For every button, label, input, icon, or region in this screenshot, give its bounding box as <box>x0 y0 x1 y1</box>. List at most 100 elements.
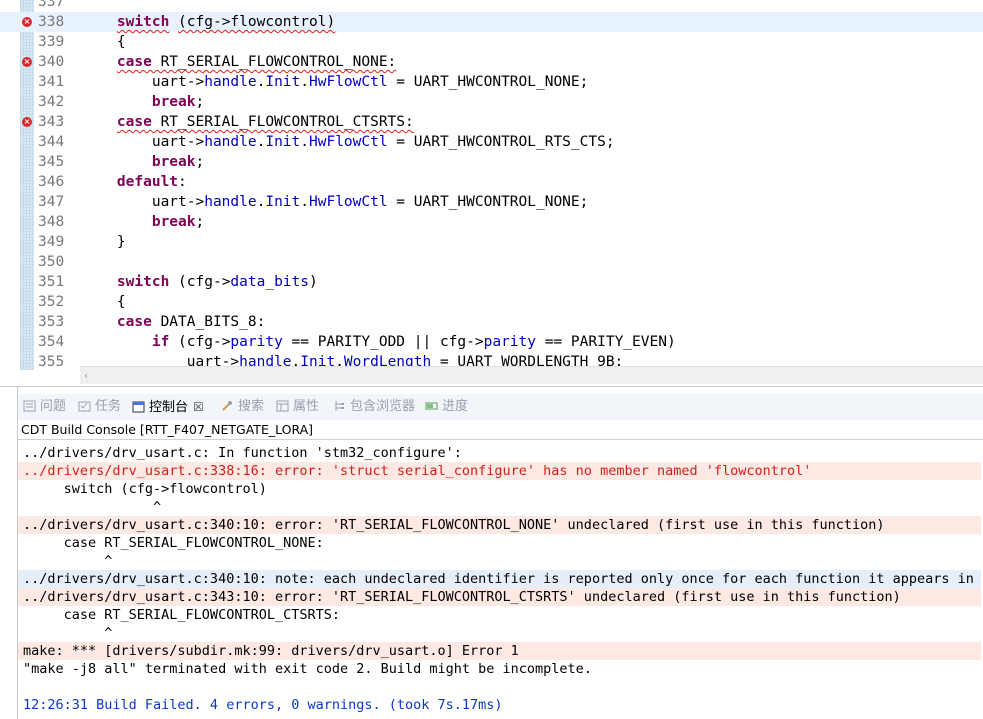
code-text: break; <box>82 212 204 232</box>
code-text: case DATA_BITS_8: <box>82 312 265 332</box>
code-token: = UART_HWCONTROL_RTS_CTS; <box>387 134 615 150</box>
console-line: 12:26:31 Build Failed. 4 errors, 0 warni… <box>23 697 503 713</box>
code-token: = UART_HWCONTROL_NONE; <box>387 194 589 210</box>
code-line[interactable]: 346 default: <box>0 172 983 192</box>
code-line[interactable]: 342 break; <box>0 92 983 112</box>
code-token: } <box>82 234 126 250</box>
console-line: "make -j8 all" terminated with exit code… <box>23 661 592 677</box>
scroll-left-arrow-icon[interactable]: ‹ <box>84 367 88 384</box>
code-line[interactable]: 345 break; <box>0 152 983 172</box>
code-token: uart-> <box>82 194 205 210</box>
line-number: 340 <box>38 54 65 70</box>
view-tab[interactable]: 控制台 ☒ <box>132 394 204 420</box>
code-line[interactable]: × 340 case RT_SERIAL_FLOWCONTROL_NONE: <box>0 52 983 72</box>
code-line[interactable]: × 338 switch (cfg->flowcontrol) <box>0 12 983 32</box>
code-token: handle <box>204 74 257 90</box>
view-tab[interactable]: 搜索 <box>221 394 264 420</box>
console-icon <box>132 397 145 413</box>
code-token: . <box>300 134 309 150</box>
line-number: 339 <box>38 34 65 50</box>
view-tab-label: 进度 <box>442 399 469 414</box>
view-tab[interactable]: 进度 <box>425 394 468 420</box>
code-text: case RT_SERIAL_FLOWCONTROL_NONE: <box>82 52 396 72</box>
code-line[interactable]: 353 case DATA_BITS_8: <box>0 312 983 332</box>
code-text: { <box>82 292 126 312</box>
code-line[interactable]: × 343 case RT_SERIAL_FLOWCONTROL_CTSRTS: <box>0 112 983 132</box>
console-line: ^ <box>23 499 162 515</box>
console-line: ../drivers/drv_usart.c: In function 'stm… <box>23 445 462 461</box>
line-number: 342 <box>38 94 65 110</box>
code-token: break <box>151 94 196 110</box>
code-editor[interactable]: 337 × 338 switch (cfg->flowcontrol) 339 {× 3… <box>0 0 983 387</box>
code-token: handle <box>204 134 257 150</box>
code-line[interactable]: 349 } <box>0 232 983 252</box>
code-token: uart-> <box>82 134 205 150</box>
code-line[interactable]: 341 uart->handle.Init.HwFlowCtl = UART_H… <box>0 72 983 92</box>
console-line: ^ <box>23 625 113 641</box>
code-text: switch (cfg->data_bits) <box>82 272 318 292</box>
code-line[interactable]: 350 <box>0 252 983 272</box>
code-token: default <box>116 174 179 190</box>
line-number: 337 <box>38 0 65 10</box>
line-number: 350 <box>38 254 65 270</box>
include-browser-icon <box>333 396 346 411</box>
close-tab-icon[interactable]: ☒ <box>193 400 204 414</box>
error-marker-icon[interactable]: × <box>22 117 32 127</box>
view-tab[interactable]: 问题 <box>23 394 66 420</box>
console-line[interactable]: ../drivers/drv_usart.c:340:10: error: 'R… <box>18 516 981 534</box>
console-line[interactable]: ../drivers/drv_usart.c:343:10: error: 'R… <box>18 588 981 606</box>
view-tab-label: 任务 <box>95 399 122 414</box>
line-number: 355 <box>38 354 65 370</box>
code-token: RT_SERIAL_FLOWCONTROL_CTSRTS: <box>151 114 414 130</box>
code-line[interactable]: 348 break; <box>0 212 983 232</box>
code-token: case <box>116 314 152 330</box>
view-tab[interactable]: 任务 <box>78 394 121 420</box>
code-text: if (cfg->parity == PARITY_ODD || cfg->pa… <box>82 332 676 352</box>
code-token: (cfg->flowcontrol) <box>178 14 336 30</box>
code-token: { <box>82 34 126 50</box>
code-token: case <box>116 114 152 130</box>
line-number: 353 <box>38 314 65 330</box>
code-area[interactable]: 337 × 338 switch (cfg->flowcontrol) 339 {× 3… <box>0 0 983 370</box>
view-tab-label: 搜索 <box>238 399 265 414</box>
code-token: if <box>151 334 170 350</box>
code-line[interactable]: 352 { <box>0 292 983 312</box>
code-token: HwFlowCtl <box>309 74 388 90</box>
console-line: ../drivers/drv_usart.c:340:10: note: eac… <box>18 570 981 588</box>
code-text: { <box>82 32 126 52</box>
view-tab-label: 控制台 <box>149 400 189 415</box>
code-line[interactable]: 337 <box>0 0 983 12</box>
code-token: (cfg-> <box>169 334 231 350</box>
line-number: 344 <box>38 134 65 150</box>
code-token: switch <box>116 274 170 290</box>
view-tab[interactable]: 属性 <box>276 394 319 420</box>
code-token: { <box>82 294 126 310</box>
error-marker-icon[interactable]: × <box>22 17 32 27</box>
code-line[interactable]: 344 uart->handle.Init.HwFlowCtl = UART_H… <box>0 132 983 152</box>
code-token: case <box>116 54 152 70</box>
code-token: == PARITY_ODD || cfg-> <box>282 334 484 350</box>
line-number: 348 <box>38 214 65 230</box>
horizontal-scrollbar[interactable]: ‹ <box>80 366 983 384</box>
code-token: Init <box>265 74 301 90</box>
view-tab[interactable]: 包含浏览器 <box>333 394 415 420</box>
code-token: break <box>151 214 196 230</box>
code-token: (cfg-> <box>169 274 231 290</box>
code-line[interactable]: 347 uart->handle.Init.HwFlowCtl = UART_H… <box>0 192 983 212</box>
code-token: HwFlowCtl <box>309 194 388 210</box>
console-line[interactable]: make: *** [drivers/subdir.mk:99: drivers… <box>18 642 981 660</box>
code-line[interactable]: 339 { <box>0 32 983 52</box>
console-output[interactable]: ../drivers/drv_usart.c: In function 'stm… <box>18 442 983 719</box>
code-token: switch <box>116 14 170 30</box>
code-line[interactable]: 354 if (cfg->parity == PARITY_ODD || cfg… <box>0 332 983 352</box>
code-line[interactable]: 351 switch (cfg->data_bits) <box>0 272 983 292</box>
code-text: default: <box>82 172 187 192</box>
console-line[interactable]: ../drivers/drv_usart.c:338:16: error: 's… <box>18 462 981 480</box>
error-marker-icon[interactable]: × <box>22 57 32 67</box>
